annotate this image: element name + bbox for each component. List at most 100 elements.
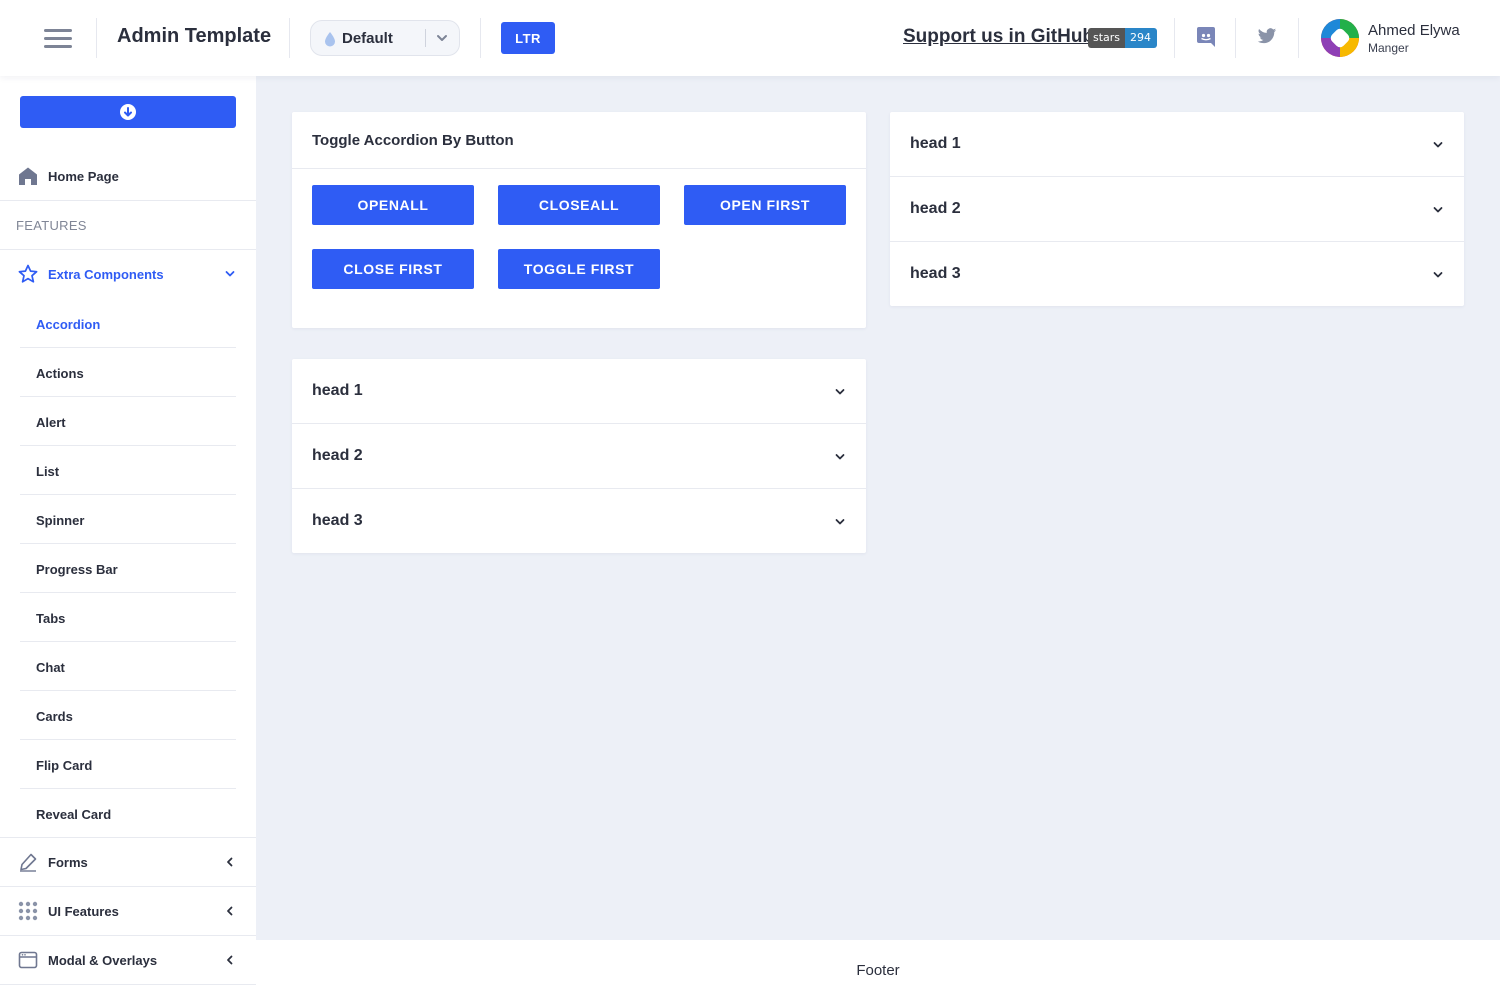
divider <box>0 200 256 201</box>
chevron-down-icon <box>437 35 447 41</box>
close-all-button[interactable]: CLOSEALL <box>498 185 660 225</box>
accordion-head-label: head 2 <box>312 447 363 464</box>
sidebar-subitem-chat[interactable]: Chat <box>36 660 65 675</box>
accordion-head-label: head 2 <box>910 200 961 217</box>
sidebar-item-label: Modal & Overlays <box>48 953 158 968</box>
sidebar-subitem-progress-bar[interactable]: Progress Bar <box>36 562 118 577</box>
divider <box>20 494 236 495</box>
accordion-head-label: head 3 <box>312 512 363 529</box>
user-role: Manger <box>1368 41 1409 55</box>
divider <box>20 445 236 446</box>
footer-text: Footer <box>856 962 900 979</box>
star-icon <box>18 264 38 283</box>
divider <box>20 592 236 593</box>
github-support-link[interactable]: Support us in GitHub <box>903 26 1094 48</box>
accordion-head-label: head 3 <box>910 265 961 282</box>
stars-badge-count: 294 <box>1125 28 1158 48</box>
app-title: Admin Template <box>117 25 272 47</box>
sidebar-item-label: Forms <box>48 855 88 870</box>
header-divider <box>96 18 97 58</box>
accordion-right: head 1 head 2 head 3 <box>890 112 1464 306</box>
accordion-item-head-2[interactable]: head 2 <box>890 177 1464 242</box>
theme-select[interactable]: Default <box>310 20 460 56</box>
chevron-down-icon <box>835 454 845 460</box>
open-all-button[interactable]: OPENALL <box>312 185 474 225</box>
card-title: Toggle Accordion By Button <box>312 132 514 149</box>
divider <box>0 984 256 985</box>
sidebar-subitem-reveal-card[interactable]: Reveal Card <box>36 807 111 822</box>
divider <box>20 543 236 544</box>
sidebar-subitem-accordion[interactable]: Accordion <box>36 317 100 332</box>
discord-icon[interactable] <box>1196 26 1216 48</box>
close-first-button[interactable]: CLOSE FIRST <box>312 249 474 289</box>
pencil-icon <box>20 853 37 872</box>
user-name: Ahmed Elywa <box>1368 22 1460 39</box>
sidebar-item-ui-features[interactable]: UI Features <box>0 887 256 936</box>
sidebar-item-label: Extra Components <box>48 267 164 282</box>
download-arrow-icon <box>120 104 136 120</box>
grid-dots-icon <box>18 901 38 921</box>
divider <box>292 168 866 169</box>
divider <box>20 739 236 740</box>
chevron-left-icon <box>227 906 233 916</box>
divider <box>20 788 236 789</box>
chevron-down-icon <box>835 519 845 525</box>
accordion-item-head-1[interactable]: head 1 <box>292 359 866 424</box>
stars-badge-label: stars <box>1088 28 1126 48</box>
sidebar-subitem-list[interactable]: List <box>36 464 59 479</box>
header-divider <box>1174 18 1175 58</box>
toggle-first-button[interactable]: TOGGLE FIRST <box>498 249 660 289</box>
chevron-down-icon <box>1433 207 1443 213</box>
sidebar-item-extra-components[interactable]: Extra Components <box>0 250 256 299</box>
divider <box>20 396 236 397</box>
header-divider <box>1298 18 1299 58</box>
twitter-icon[interactable] <box>1257 28 1277 45</box>
sidebar-section-label: FEATURES <box>16 218 87 233</box>
sidebar-item-modal-overlays[interactable]: Modal & Overlays <box>0 936 256 985</box>
github-stars-badge[interactable]: stars 294 <box>1088 28 1158 48</box>
sidebar-subitem-spinner[interactable]: Spinner <box>36 513 84 528</box>
accordion-head-label: head 1 <box>910 135 961 152</box>
direction-toggle-button[interactable]: LTR <box>501 22 555 54</box>
divider <box>20 690 236 691</box>
chevron-down-icon <box>835 389 845 395</box>
select-separator <box>425 29 426 47</box>
footer: Footer <box>256 940 1500 1000</box>
divider <box>20 641 236 642</box>
sidebar-subitem-cards[interactable]: Cards <box>36 709 73 724</box>
menu-toggle-icon[interactable] <box>44 27 72 49</box>
chevron-down-icon <box>1433 272 1443 278</box>
accordion-item-head-2[interactable]: head 2 <box>292 424 866 489</box>
home-icon <box>19 167 37 185</box>
header-divider <box>1235 18 1236 58</box>
chevron-left-icon <box>227 857 233 867</box>
sidebar-subitem-tabs[interactable]: Tabs <box>36 611 65 626</box>
avatar[interactable] <box>1320 18 1360 58</box>
toggle-accordion-card: Toggle Accordion By Button OPENALL CLOSE… <box>292 112 866 328</box>
accordion-item-head-1[interactable]: head 1 <box>890 112 1464 177</box>
chevron-down-icon <box>225 271 235 277</box>
header-divider <box>480 18 481 58</box>
droplet-icon <box>325 32 335 47</box>
accordion-item-head-3[interactable]: head 3 <box>292 489 866 554</box>
header-divider <box>289 18 290 58</box>
window-icon <box>18 951 38 969</box>
sidebar-item-forms[interactable]: Forms <box>0 838 256 887</box>
top-header: Admin Template Default LTR Support us in… <box>0 0 1500 76</box>
sidebar: Home Page FEATURES Extra Components Acco… <box>0 76 256 1000</box>
chevron-down-icon <box>1433 142 1443 148</box>
sidebar-subitem-actions[interactable]: Actions <box>36 366 84 381</box>
sidebar-subitem-alert[interactable]: Alert <box>36 415 66 430</box>
divider <box>20 347 236 348</box>
theme-select-value: Default <box>342 30 393 47</box>
sidebar-subitem-flip-card[interactable]: Flip Card <box>36 758 92 773</box>
accordion-head-label: head 1 <box>312 382 363 399</box>
sidebar-item-label: UI Features <box>48 904 119 919</box>
download-button[interactable] <box>20 96 236 128</box>
accordion-left: head 1 head 2 head 3 <box>292 359 866 553</box>
chevron-left-icon <box>227 955 233 965</box>
sidebar-item-home-page[interactable]: Home Page <box>0 152 256 201</box>
accordion-item-head-3[interactable]: head 3 <box>890 242 1464 307</box>
sidebar-item-label: Home Page <box>48 169 119 184</box>
open-first-button[interactable]: OPEN FIRST <box>684 185 846 225</box>
